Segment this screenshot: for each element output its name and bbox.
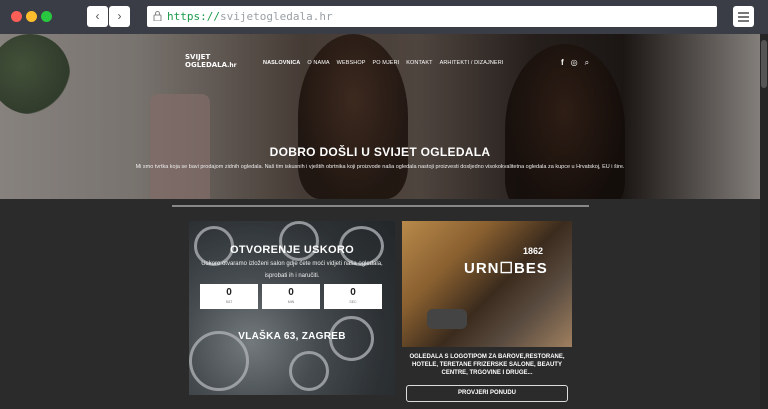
maximize-window-dot[interactable] <box>41 11 52 22</box>
nav-item-arhitekti[interactable]: ARHITEKTI / DIZAJNERI <box>440 60 504 66</box>
back-button[interactable]: ‹ <box>87 6 108 27</box>
logo-mirror-image[interactable]: 1862 URN☐BES <box>402 221 572 347</box>
logo-mirrors-description: OGLEDALA S LOGOTIPOM ZA BAROVE,RESTORANE… <box>409 354 565 376</box>
sliders-icon <box>738 12 749 14</box>
hero-title: DOBRO DOŠLI U SVIJET OGLEDALA <box>269 145 491 159</box>
forward-button[interactable]: › <box>109 6 130 27</box>
countdown-seconds: 0 SEC <box>324 284 382 309</box>
logo-suffix: .hr <box>227 62 237 69</box>
scrollbar-thumb[interactable] <box>761 40 767 88</box>
instagram-icon[interactable]: ◎ <box>571 58 578 68</box>
chevron-right-icon: › <box>117 9 122 23</box>
sliders-icon-line <box>738 20 749 22</box>
hero-overlay <box>0 34 760 199</box>
countdown-seconds-value: 0 <box>350 287 356 298</box>
nav-item-o-nama[interactable]: O NAMA <box>307 60 329 66</box>
sliders-icon-line <box>738 16 749 18</box>
close-window-dot[interactable] <box>11 11 22 22</box>
showroom-address: VLAŠKA 63, ZAGREB <box>238 331 346 342</box>
countdown-hours: 0 SAT <box>200 284 258 309</box>
image-year-text: 1862 <box>523 246 544 256</box>
check-offer-button[interactable]: PROVJERI PONUDU <box>406 385 568 402</box>
nav-item-po-mjeri[interactable]: PO MJERI <box>373 60 400 66</box>
opening-soon-card: OTVORENJE USKORO Uskoro otvaramo izložen… <box>189 221 395 395</box>
nav-item-naslovnica[interactable]: NASLOVNICA <box>263 60 300 66</box>
countdown-minutes-unit: MIN <box>287 300 295 304</box>
settings-button[interactable] <box>733 6 754 27</box>
url-scheme: https:// <box>167 10 220 23</box>
social-links: f ◎ ⌕ <box>561 58 589 68</box>
hero-section <box>0 34 760 199</box>
minimize-window-dot[interactable] <box>26 11 37 22</box>
lock-icon <box>153 11 162 21</box>
hero-subtitle: Mi smo tvrtka koja se bavi prodajom zidn… <box>135 164 625 170</box>
opening-soon-title: OTVORENJE USKORO <box>230 244 354 256</box>
scrollbar-track[interactable] <box>760 34 768 409</box>
search-icon[interactable]: ⌕ <box>585 58 589 68</box>
nav-item-kontakt[interactable]: KONTAKT <box>406 60 432 66</box>
image-sign-text: URN☐BES <box>464 260 548 277</box>
chevron-left-icon: ‹ <box>95 9 100 23</box>
countdown-minutes: 0 MIN <box>262 284 320 309</box>
countdown-minutes-value: 0 <box>288 287 294 298</box>
opening-soon-text: Uskoro otvaramo izloženi salon gdje ćete… <box>201 261 383 279</box>
address-bar[interactable]: https://svijetogledala.hr <box>147 6 717 27</box>
url-host: svijetogledala.hr <box>219 10 333 23</box>
countdown-hours-value: 0 <box>226 287 232 298</box>
section-divider <box>172 205 589 207</box>
nav-item-webshop[interactable]: WEBSHOP <box>337 60 366 66</box>
countdown-seconds-unit: SEC <box>349 300 357 304</box>
main-nav: NASLOVNICA O NAMA WEBSHOP PO MJERI KONTA… <box>263 60 503 66</box>
browser-toolbar: ‹ › https://svijetogledala.hr <box>0 0 768 34</box>
facebook-icon[interactable]: f <box>561 58 564 68</box>
countdown-hours-unit: SAT <box>225 300 233 304</box>
site-logo[interactable]: SVIJET OGLEDALA.hr <box>185 53 237 73</box>
sink-image <box>427 309 467 329</box>
logo-line2: OGLEDALA <box>185 61 228 69</box>
logo-line1: SVIJET <box>185 53 211 61</box>
